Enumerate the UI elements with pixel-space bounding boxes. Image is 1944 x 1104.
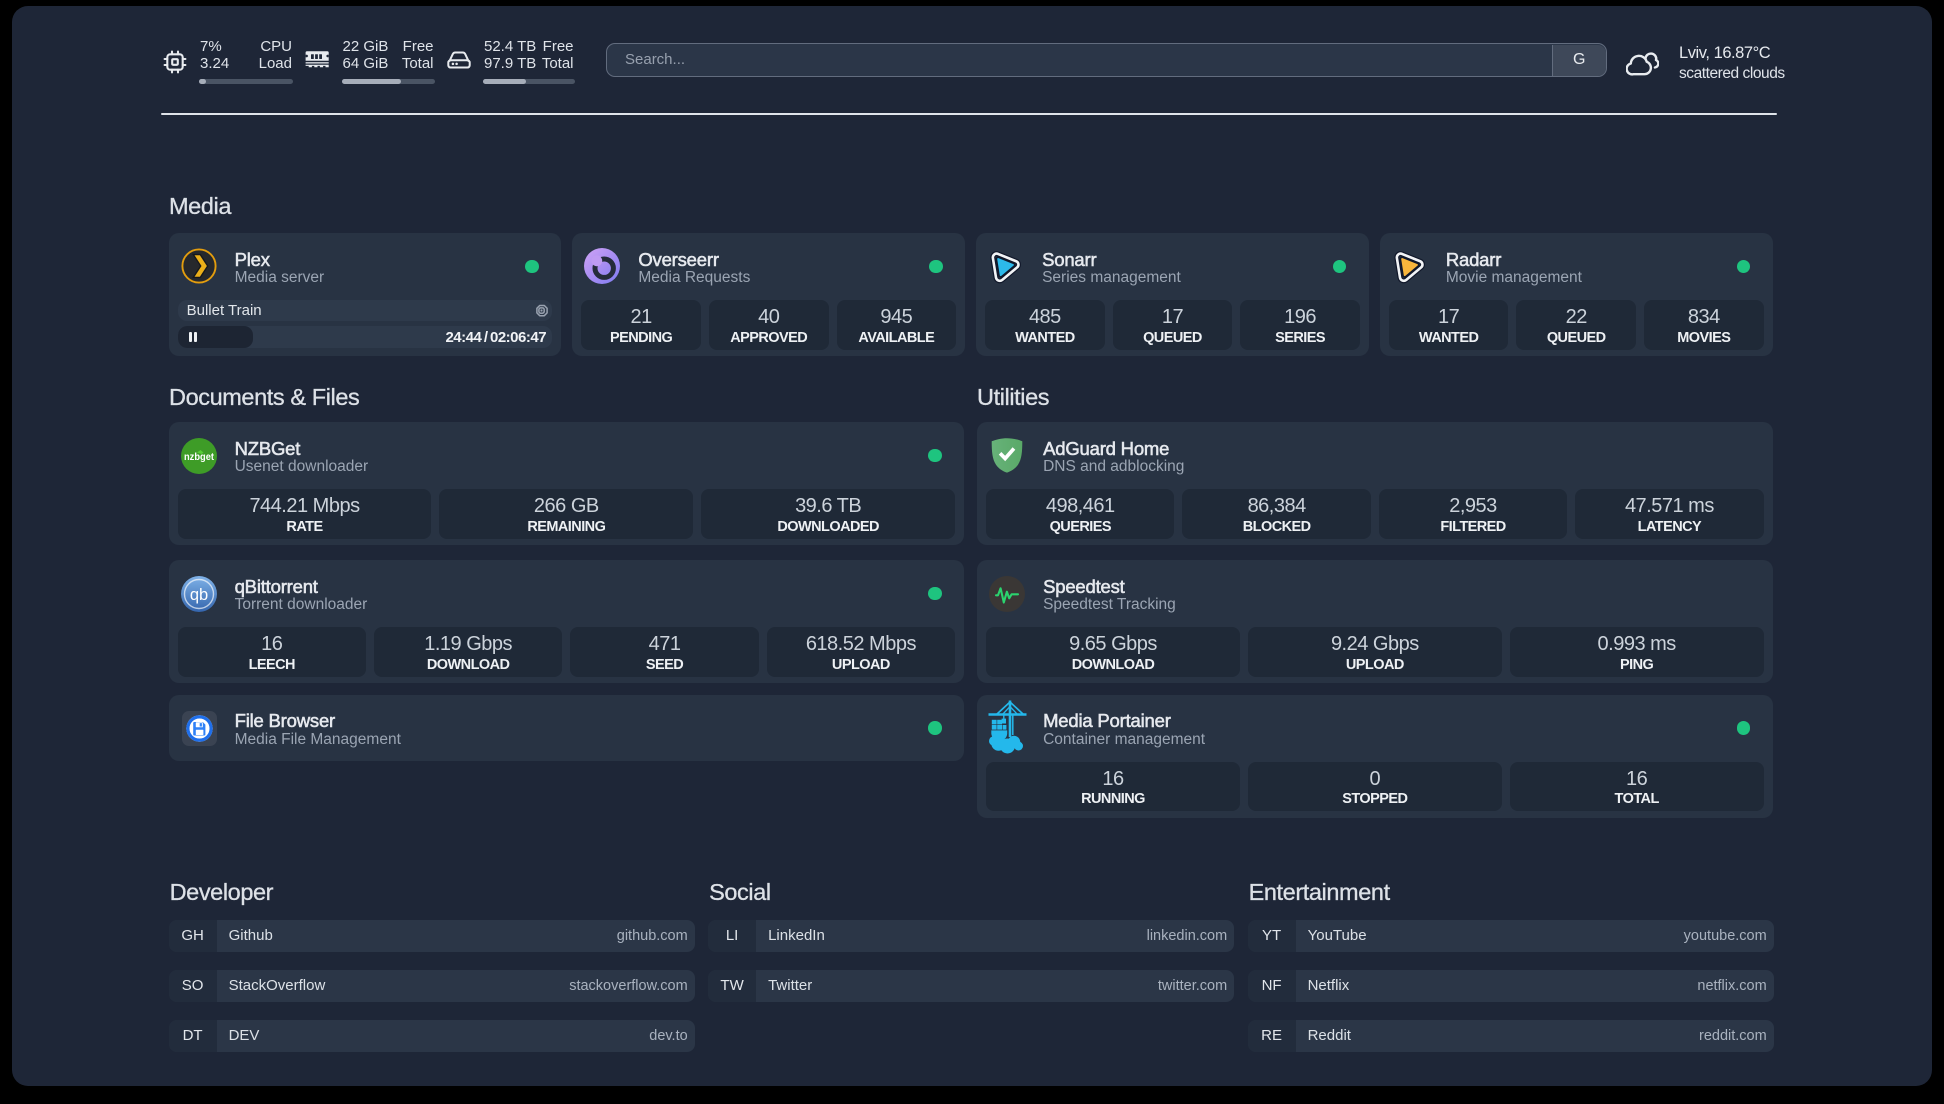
svg-text:qb: qb [189, 586, 207, 604]
svg-text:nzbget: nzbget [184, 452, 215, 463]
